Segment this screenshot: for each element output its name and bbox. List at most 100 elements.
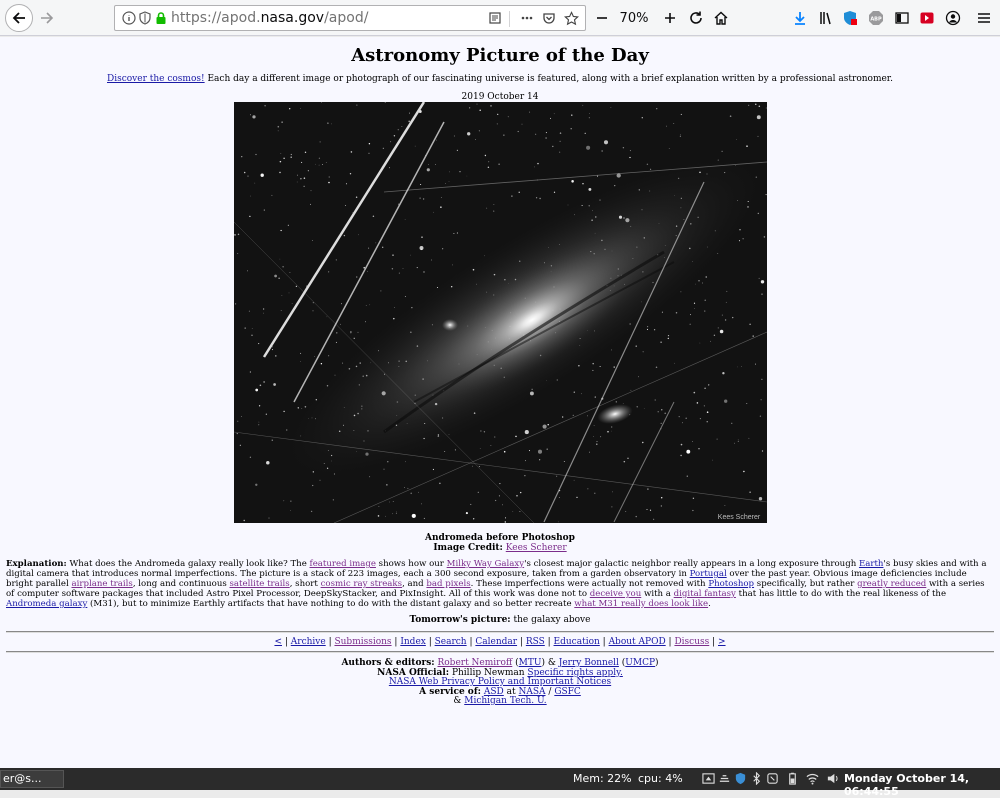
browser-toolbar: https://apod.nasa.gov/apod/ 70% ABP — [0, 0, 1000, 36]
explanation-link[interactable]: satellite trails — [230, 579, 290, 589]
downloads-button[interactable] — [788, 6, 812, 30]
forward-button[interactable] — [35, 6, 59, 30]
reload-button[interactable] — [684, 6, 708, 30]
library-icon — [820, 12, 831, 25]
home-button[interactable] — [709, 6, 733, 30]
explanation-link[interactable]: what M31 really does look like — [574, 599, 708, 609]
nav-separator: | — [544, 637, 554, 647]
wifi-icon[interactable] — [806, 772, 819, 785]
nav-link[interactable]: Search — [435, 637, 467, 647]
page-actions-icon[interactable] — [519, 10, 535, 26]
url-separator — [509, 11, 510, 27]
lock-icon[interactable] — [153, 10, 169, 26]
reader-view-icon[interactable] — [487, 10, 503, 26]
nav-link[interactable]: > — [718, 637, 726, 647]
battery-icon[interactable] — [786, 772, 799, 785]
volume-icon[interactable] — [826, 772, 839, 785]
explanation-link[interactable]: greatly reduced — [857, 579, 926, 589]
back-button[interactable] — [5, 4, 33, 32]
svg-text:ABP: ABP — [870, 17, 882, 23]
memory-usage: Mem: 22% — [573, 772, 632, 785]
nav-link[interactable]: < — [274, 637, 282, 647]
divider — [6, 651, 994, 653]
minus-icon — [597, 17, 607, 19]
tomorrow-picture: Tomorrow's picture: the galaxy above — [409, 615, 591, 625]
pocket-icon[interactable] — [541, 10, 557, 26]
library-button[interactable] — [814, 6, 838, 30]
zoom-level[interactable]: 70% — [610, 6, 658, 30]
page-content: Astronomy Picture of the Day Discover th… — [0, 37, 1000, 768]
nav-separator: | — [391, 637, 401, 647]
nav-link[interactable]: About APOD — [609, 637, 666, 647]
asd-link[interactable]: ASD — [484, 687, 504, 697]
nav-separator: | — [709, 637, 718, 647]
url-text[interactable]: https://apod.nasa.gov/apod/ — [171, 10, 368, 26]
abp-icon: ABP — [869, 11, 883, 25]
nav-link[interactable]: Calendar — [475, 637, 517, 647]
menu-button[interactable] — [972, 6, 996, 30]
taskbar-window-item[interactable]: er@s... — [0, 770, 64, 788]
nav-link[interactable]: Discuss — [674, 637, 709, 647]
andromeda-photo: Kees Scherer — [234, 102, 767, 523]
privacy-link[interactable]: NASA Web Privacy Policy and Important No… — [389, 677, 611, 687]
download-icon — [795, 12, 805, 25]
arrow-left-icon — [12, 12, 25, 24]
taskbar: er@s... Mem: 22% cpu: 4% Monday October … — [0, 768, 1000, 798]
nav-separator: | — [282, 637, 291, 647]
app-tray-icon[interactable] — [766, 772, 779, 785]
network-tray-icon[interactable] — [718, 772, 731, 785]
page-title: Astronomy Picture of the Day — [351, 45, 649, 66]
discover-link[interactable]: Discover the cosmos! — [107, 74, 205, 84]
url-bar[interactable]: https://apod.nasa.gov/apod/ — [114, 5, 586, 31]
home-icon — [714, 11, 728, 25]
explanation-link[interactable]: digital fantasy — [674, 589, 736, 599]
nav-link[interactable]: Submissions — [334, 637, 391, 647]
extension-shield-icon — [844, 11, 857, 25]
author-link[interactable]: Robert Nemiroff — [437, 658, 512, 668]
explanation-link[interactable]: cosmic ray streaks — [321, 579, 402, 589]
media-icon — [920, 12, 934, 24]
explanation: Explanation: What does the Andromeda gal… — [6, 559, 987, 609]
bluetooth-icon[interactable] — [750, 772, 763, 785]
extension-button-1[interactable] — [838, 6, 862, 30]
explanation-link[interactable]: deceive you — [590, 589, 641, 599]
extension-button-2[interactable] — [915, 6, 939, 30]
nav-separator: | — [599, 637, 609, 647]
nav-link[interactable]: Education — [554, 637, 600, 647]
zoom-in-button[interactable] — [658, 6, 682, 30]
page-credits: Authors & editors: Robert Nemiroff (MTU)… — [341, 658, 659, 706]
screenshot-tray-icon[interactable] — [702, 772, 715, 785]
nav-link[interactable]: Archive — [291, 637, 326, 647]
nav-link[interactable]: Index — [400, 637, 426, 647]
apod-image[interactable]: Kees Scherer — [234, 102, 767, 523]
bookmark-star-icon[interactable] — [563, 10, 579, 26]
explanation-link[interactable]: Milky Way Galaxy — [447, 559, 524, 569]
author-link[interactable]: Jerry Bonnell — [559, 658, 619, 668]
nav-links: < | Archive | Submissions | Index | Sear… — [0, 637, 1000, 647]
sidebar-button[interactable] — [890, 6, 914, 30]
shield-tray-icon[interactable] — [734, 772, 747, 785]
clock[interactable]: Monday October 14, 06:44:55 — [844, 772, 1000, 798]
account-icon — [945, 10, 961, 26]
adblock-button[interactable]: ABP — [864, 6, 888, 30]
nasa-link[interactable]: NASA — [519, 687, 546, 697]
author-affiliation-link[interactable]: UMCP — [625, 658, 655, 668]
author-affiliation-link[interactable]: MTU — [519, 658, 542, 668]
divider — [6, 631, 994, 633]
explanation-link[interactable]: featured image — [310, 559, 376, 569]
explanation-link[interactable]: Portugal — [690, 569, 727, 579]
mtu-link[interactable]: Michigan Tech. U. — [464, 696, 546, 706]
rights-link[interactable]: Specific rights apply. — [527, 668, 622, 678]
explanation-link[interactable]: Andromeda galaxy — [6, 599, 87, 609]
explanation-link[interactable]: airplane trails — [72, 579, 133, 589]
tracking-shield-icon[interactable] — [137, 10, 153, 26]
info-icon[interactable] — [121, 10, 137, 26]
credit-link[interactable]: Kees Scherer — [506, 543, 567, 553]
explanation-link[interactable]: Earth — [859, 559, 884, 569]
nav-link[interactable]: RSS — [526, 637, 545, 647]
explanation-link[interactable]: Photoshop — [708, 579, 754, 589]
explanation-link[interactable]: bad pixels — [426, 579, 470, 589]
account-button[interactable] — [941, 6, 965, 30]
caption-title: Andromeda before Photoshop — [425, 533, 575, 543]
gsfc-link[interactable]: GSFC — [554, 687, 581, 697]
